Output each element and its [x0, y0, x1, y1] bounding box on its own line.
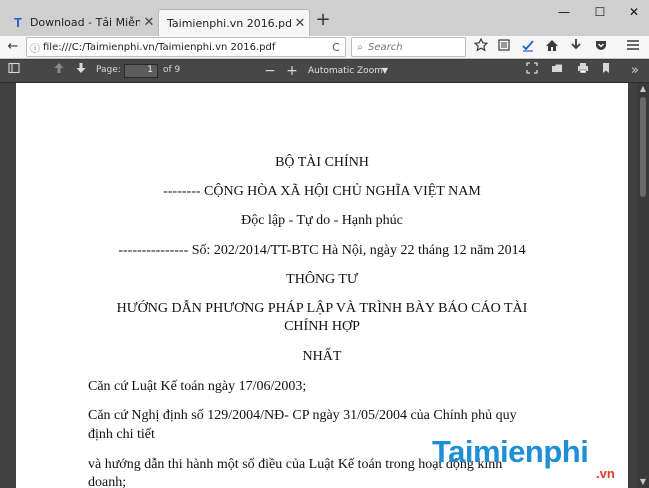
page-label: Page:: [96, 65, 121, 75]
menu-icon[interactable]: [624, 38, 642, 56]
doc-paragraph: định chi tiết: [88, 427, 155, 442]
page-total: of 9: [163, 65, 181, 75]
tools-menu-button[interactable]: »: [626, 62, 644, 80]
doc-type: THÔNG TƯ: [286, 272, 358, 287]
close-window-button[interactable]: ✕: [617, 0, 649, 24]
tab-bar: T Download - Tải Miễn Phí ... ✕ Taimienp…: [0, 0, 649, 36]
zoom-in-button[interactable]: +: [283, 62, 301, 80]
doc-title-line-3: NHẤT: [302, 349, 342, 364]
vertical-scrollbar[interactable]: ▲ ▼: [637, 83, 649, 488]
close-tab-icon[interactable]: ✕: [291, 16, 309, 31]
doc-number-date: --------------- Số: 202/2014/TT-BTC Hà N…: [118, 243, 526, 258]
download-icon[interactable]: [567, 38, 585, 56]
scrollbar-thumb[interactable]: [640, 97, 646, 197]
previous-page-icon[interactable]: [50, 62, 68, 80]
tab-title: Taimienphi.vn 2016.pdf: [167, 16, 291, 30]
watermark-logo: Taimienphi: [432, 434, 589, 469]
new-tab-button[interactable]: +: [313, 10, 333, 30]
reload-button[interactable]: C: [327, 41, 345, 54]
doc-paragraph: Căn cứ Luật Kế toán ngày 17/06/2003;: [88, 379, 307, 394]
maximize-button[interactable]: ☐: [583, 0, 617, 24]
back-button[interactable]: ←: [4, 38, 22, 56]
url-text[interactable]: file:///C:/Taimienphi.vn/Taimienphi.vn 2…: [43, 42, 327, 53]
navigation-bar: ← ⓘ file:///C:/Taimienphi.vn/Taimienphi.…: [0, 36, 649, 59]
url-bar[interactable]: ⓘ file:///C:/Taimienphi.vn/Taimienphi.vn…: [26, 37, 346, 57]
taimienphi-favicon-icon: T: [14, 15, 22, 30]
watermark-suffix: .vn: [596, 466, 615, 481]
minimize-button[interactable]: —: [547, 0, 581, 24]
sidebar-toggle-icon[interactable]: [5, 62, 23, 80]
browser-window: T Download - Tải Miễn Phí ... ✕ Taimienp…: [0, 0, 649, 488]
doc-title-line-2: CHÍNH HỢP: [284, 319, 360, 334]
scroll-down-icon[interactable]: ▼: [637, 476, 649, 488]
doc-ministry: BỘ TÀI CHÍNH: [275, 155, 369, 170]
page-number-input[interactable]: 1: [124, 64, 158, 78]
close-tab-icon[interactable]: ✕: [140, 15, 158, 30]
search-box[interactable]: ⌕: [351, 37, 466, 57]
doc-paragraph: doanh;: [88, 475, 127, 488]
chevron-down-icon: ▼: [381, 66, 388, 75]
checkmark-icon[interactable]: [519, 38, 537, 56]
zoom-select[interactable]: Automatic Zoom ▼: [304, 63, 392, 79]
doc-title-line-1: HƯỚNG DẪN PHƯƠNG PHÁP LẬP VÀ TRÌNH BÀY B…: [116, 301, 528, 316]
print-icon[interactable]: [574, 62, 592, 80]
pocket-icon[interactable]: [592, 38, 610, 56]
pdf-page: BỘ TÀI CHÍNH -------- CỘNG HÒA XÃ HỘI CH…: [16, 83, 628, 488]
bookmark-icon[interactable]: [597, 62, 615, 80]
doc-country: -------- CỘNG HÒA XÃ HỘI CHỦ NGHĨA VIỆT …: [163, 184, 481, 199]
search-input[interactable]: [368, 41, 458, 53]
pdf-toolbar: Page: 1 of 9 − + Automatic Zoom ▼ »: [0, 60, 649, 83]
home-icon[interactable]: [543, 38, 561, 56]
reading-list-icon[interactable]: [495, 38, 513, 56]
zoom-out-button[interactable]: −: [261, 62, 279, 80]
open-file-icon[interactable]: [548, 62, 566, 80]
tab-download[interactable]: T Download - Tải Miễn Phí ... ✕: [6, 9, 158, 36]
tab-pdf[interactable]: Taimienphi.vn 2016.pdf ✕: [158, 9, 310, 36]
fullscreen-icon[interactable]: [523, 62, 541, 80]
bookmark-star-icon[interactable]: [472, 37, 490, 56]
next-page-icon[interactable]: [72, 62, 90, 80]
tab-title: Download - Tải Miễn Phí ...: [29, 16, 140, 29]
doc-paragraph: Căn cứ Nghị định số 129/2004/NĐ- CP ngày…: [88, 408, 517, 423]
search-icon: ⌕: [357, 41, 363, 53]
info-icon[interactable]: ⓘ: [27, 40, 43, 55]
zoom-value: Automatic Zoom: [308, 66, 383, 76]
scroll-up-icon[interactable]: ▲: [637, 83, 649, 95]
doc-motto: Độc lập - Tự do - Hạnh phúc: [241, 213, 403, 228]
pdf-viewport[interactable]: BỘ TÀI CHÍNH -------- CỘNG HÒA XÃ HỘI CH…: [0, 83, 637, 488]
